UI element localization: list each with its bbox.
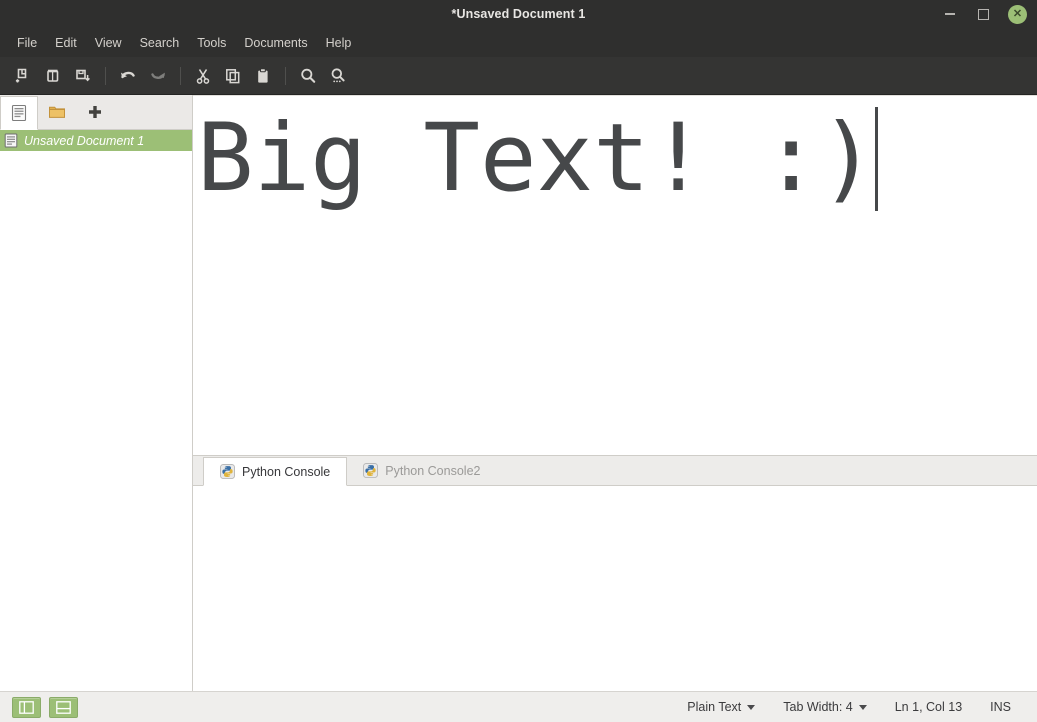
console-tabbar: Python Console Python Console2 — [193, 456, 1037, 486]
side-tab-file-browser[interactable] — [38, 95, 76, 129]
tab-python-console2[interactable]: Python Console2 — [347, 456, 496, 485]
status-bar: Plain Text Tab Width: 4 Ln 1, Col 13 INS — [0, 691, 1037, 722]
chevron-down-icon — [747, 705, 755, 710]
side-panel-tabbar — [0, 95, 192, 130]
window-controls: ✕ — [942, 0, 1027, 28]
toolbar — [0, 57, 1037, 95]
save-button[interactable] — [68, 62, 98, 90]
document-list-item[interactable]: Unsaved Document 1 — [0, 130, 192, 151]
language-selector-label: Plain Text — [687, 700, 741, 714]
menu-file[interactable]: File — [8, 32, 46, 54]
tab-width-label: Tab Width: 4 — [783, 700, 852, 714]
gedit-window: *Unsaved Document 1 ✕ File Edit View Sea… — [0, 0, 1037, 722]
menu-documents[interactable]: Documents — [235, 32, 316, 54]
save-icon — [74, 67, 92, 85]
chevron-down-icon — [859, 705, 867, 710]
plus-icon — [87, 104, 103, 120]
close-button[interactable]: ✕ — [1008, 5, 1027, 24]
bottom-panel: Python Console Python Console2 — [193, 455, 1037, 691]
document-list-icon — [9, 103, 29, 123]
panel-toggles — [12, 697, 78, 718]
text-caret — [875, 107, 878, 211]
redo-icon — [148, 67, 168, 85]
menu-search[interactable]: Search — [131, 32, 189, 54]
python-icon — [220, 464, 235, 479]
toolbar-separator-3 — [285, 67, 286, 85]
toolbar-separator-2 — [180, 67, 181, 85]
paste-icon — [254, 67, 272, 85]
document-icon — [4, 133, 18, 148]
menu-edit[interactable]: Edit — [46, 32, 86, 54]
tab-python-console-label: Python Console — [242, 465, 330, 479]
minimize-button[interactable] — [942, 6, 958, 22]
side-panel: Unsaved Document 1 — [0, 95, 193, 691]
main-content-row: Unsaved Document 1 Big Text! :) — [0, 95, 1037, 691]
tab-python-console[interactable]: Python Console — [203, 457, 347, 486]
bottom-panel-icon — [56, 701, 71, 714]
copy-button[interactable] — [218, 62, 248, 90]
open-folder-icon — [44, 67, 62, 85]
menu-tools[interactable]: Tools — [188, 32, 235, 54]
search-icon — [299, 67, 317, 85]
new-document-button[interactable] — [8, 62, 38, 90]
open-button[interactable] — [38, 62, 68, 90]
undo-button[interactable] — [113, 62, 143, 90]
python-icon — [363, 463, 378, 478]
find-replace-icon — [329, 67, 347, 85]
menu-bar: File Edit View Search Tools Documents He… — [0, 28, 1037, 57]
cursor-position: Ln 1, Col 13 — [881, 700, 976, 714]
window-title: *Unsaved Document 1 — [0, 0, 1037, 28]
editor-text: Big Text! :) — [197, 100, 876, 218]
maximize-icon — [978, 9, 989, 20]
cut-button[interactable] — [188, 62, 218, 90]
python-console-output[interactable] — [193, 486, 1037, 691]
language-selector[interactable]: Plain Text — [673, 700, 769, 714]
side-tab-documents[interactable] — [0, 96, 38, 130]
undo-icon — [118, 67, 138, 85]
title-bar: *Unsaved Document 1 ✕ — [0, 0, 1037, 28]
side-tab-add-panel[interactable] — [76, 95, 114, 129]
find-button[interactable] — [293, 62, 323, 90]
toolbar-separator-1 — [105, 67, 106, 85]
minimize-icon — [945, 13, 955, 15]
redo-button[interactable] — [143, 62, 173, 90]
find-replace-button[interactable] — [323, 62, 353, 90]
tab-python-console2-label: Python Console2 — [385, 464, 480, 478]
cut-icon — [194, 67, 212, 85]
maximize-button[interactable] — [975, 6, 991, 22]
folder-icon — [47, 103, 67, 121]
editor-text-line: Big Text! :) — [197, 100, 878, 218]
new-document-icon — [14, 67, 32, 85]
document-list: Unsaved Document 1 — [0, 130, 192, 691]
menu-help[interactable]: Help — [317, 32, 361, 54]
status-bar-right: Plain Text Tab Width: 4 Ln 1, Col 13 INS — [673, 700, 1025, 714]
document-list-item-label: Unsaved Document 1 — [24, 134, 144, 148]
side-panel-toggle[interactable] — [12, 697, 41, 718]
paste-button[interactable] — [248, 62, 278, 90]
insert-mode-indicator: INS — [976, 700, 1025, 714]
menu-view[interactable]: View — [86, 32, 131, 54]
close-icon: ✕ — [1013, 9, 1022, 20]
bottom-panel-toggle[interactable] — [49, 697, 78, 718]
side-panel-icon — [19, 701, 34, 714]
text-editor[interactable]: Big Text! :) — [193, 95, 1037, 455]
copy-icon — [224, 67, 242, 85]
tab-width-selector[interactable]: Tab Width: 4 — [769, 700, 880, 714]
editor-column: Big Text! :) Python Console — [193, 95, 1037, 691]
